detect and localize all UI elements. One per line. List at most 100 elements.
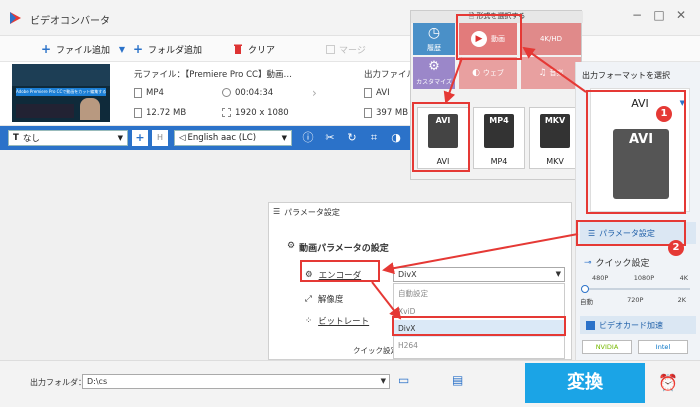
audio-value: English aac (LC): [187, 133, 257, 143]
tab-4k[interactable]: 4K/HD: [521, 23, 581, 55]
info-icon[interactable]: ⓘ: [300, 130, 316, 146]
scissors-icon[interactable]: ✂: [322, 130, 338, 146]
merge-icon: [326, 44, 335, 54]
quick-label: クイック設定: [353, 346, 398, 355]
output-folder-label: 出力フォルダ：: [30, 378, 86, 387]
source-size: 12.72 MB: [134, 108, 186, 118]
audio-chevron-icon: ▼: [281, 134, 287, 142]
output-folder-chevron-icon: ▼: [380, 377, 386, 385]
app-title: ビデオコンバータ: [30, 16, 110, 27]
mp4-format-icon: MP4: [484, 114, 514, 148]
title-bar: ビデオコンバータ − □ ✕: [0, 0, 700, 36]
clock-icon: [222, 88, 231, 97]
format-card-mkv-label: MKV: [546, 157, 564, 166]
tab-history[interactable]: ◷ 履歴: [413, 23, 455, 55]
gpu-label: ビデオカード加速: [599, 320, 663, 330]
encoder-chevron-icon: ▼: [555, 270, 561, 278]
resolution-label: 解像度: [317, 295, 344, 305]
tab-customize-label: カスタマイズ: [416, 79, 452, 86]
res-480p: 480P: [592, 274, 609, 282]
source-size-value: 12.72 MB: [146, 108, 187, 118]
res-auto: 自動: [580, 298, 593, 306]
add-folder-label: フォルダ追加: [148, 45, 203, 56]
output-folder-input[interactable]: D:\cs ▼: [82, 374, 390, 389]
output-format-title: 出力フォーマットを選択: [582, 71, 670, 80]
thumbnail-person: [80, 98, 100, 120]
tab-web-label: ウェブ: [482, 69, 504, 77]
gpu-icon: [586, 320, 595, 330]
intel-badge[interactable]: Intel: [638, 340, 688, 354]
maximize-icon[interactable]: □: [652, 8, 666, 22]
merge-button[interactable]: マージ: [326, 41, 366, 57]
video-param-section-label: 動画パラメータの設定: [299, 244, 389, 254]
highlight-avi-card: [412, 102, 470, 172]
mkv-badge: MKV: [544, 116, 566, 125]
browse-folder-icon[interactable]: ▭: [398, 373, 409, 387]
subtitle-select[interactable]: T なし ▼: [8, 130, 128, 146]
quality-slider[interactable]: [581, 285, 690, 293]
video-thumbnail[interactable]: Adobe Premiere Pro CCで動画をカット編集する方法: [12, 64, 110, 122]
res-1080p: 1080P: [633, 274, 655, 282]
encoder-option-h264[interactable]: H264: [394, 337, 564, 354]
resolution-row-icon: ⤢: [305, 294, 312, 304]
alarm-clock-icon[interactable]: ⏰: [658, 373, 678, 392]
encoder-select[interactable]: DivX ▼: [393, 267, 565, 282]
mp4-badge: MP4: [489, 116, 509, 125]
crop-icon[interactable]: ⌗: [366, 130, 382, 146]
step-badge-2: 2: [668, 240, 684, 256]
trash-icon: [234, 44, 242, 54]
rotate-icon[interactable]: ↻: [344, 130, 360, 146]
slider-handle[interactable]: [581, 285, 589, 293]
output-size: 397 MB: [364, 108, 408, 118]
arrow-right-icon: ›: [312, 86, 317, 100]
hardsub-icon[interactable]: H: [152, 130, 168, 146]
output-size-icon: [364, 108, 372, 118]
add-file-label: ファイル追加: [56, 45, 111, 56]
tab-web[interactable]: ◐ ウェブ: [459, 57, 517, 89]
output-file-icon: [364, 88, 372, 98]
toolbar: + ファイル追加 ▼ + フォルダ追加 クリア マージ: [0, 36, 700, 62]
size-icon: [134, 108, 142, 118]
add-file-button[interactable]: + ファイル追加: [40, 41, 110, 57]
tab-audio-label: 音楽: [549, 69, 564, 77]
web-icon: ◐: [472, 68, 480, 78]
encoder-option-auto[interactable]: 自動設定: [394, 284, 564, 303]
res-top-labels: 480P 1080P 4K: [592, 274, 688, 282]
output-format: AVI: [364, 88, 390, 98]
format-card-mkv[interactable]: MKV MKV: [529, 107, 581, 169]
source-name: 【Premiere Pro CC】動画…: [185, 70, 292, 80]
close-icon[interactable]: ✕: [674, 8, 688, 22]
audio-select[interactable]: ◁ English aac (LC) ▼: [174, 130, 292, 146]
res-bottom-labels: 自動 720P 2K: [580, 296, 686, 306]
thumbnail-bar: [16, 104, 74, 118]
bitrate-icon: ⁘: [305, 316, 313, 326]
file-icon: [134, 88, 142, 98]
effect-icon[interactable]: ◑: [388, 130, 404, 146]
music-icon: ♫: [538, 68, 547, 78]
highlight-encoder: [300, 260, 380, 282]
output-file-label: 出力ファイル: [364, 70, 416, 80]
tab-customize[interactable]: ⚙ カスタマイズ: [413, 57, 455, 89]
clock-tab-icon: ◷: [427, 25, 441, 41]
source-format: MP4: [134, 88, 164, 98]
format-card-mp4[interactable]: MP4 MP4: [473, 107, 525, 169]
minimize-icon[interactable]: −: [630, 8, 644, 22]
quick-setting: ⊸ クイック設定: [584, 256, 650, 270]
bottom-bar: 出力フォルダ： D:\cs ▼ ▭ ▤ 変換 ⏰: [0, 360, 700, 407]
gpu-accel[interactable]: ビデオカード加速: [580, 316, 696, 334]
resolution-row: ⤢ 解像度: [305, 293, 343, 305]
nvidia-badge[interactable]: NVIDIA: [582, 340, 632, 354]
app-logo-icon: [10, 12, 21, 24]
step-badge-1: 1: [656, 106, 672, 122]
add-subtitle-icon[interactable]: +: [132, 130, 148, 146]
output-folder-value: D:\cs: [87, 377, 108, 386]
param-title-text: パラメータ設定: [284, 208, 340, 217]
clear-button[interactable]: クリア: [232, 41, 275, 57]
tab-audio[interactable]: ♫ 音楽: [521, 57, 581, 89]
clear-label: クリア: [248, 45, 276, 56]
folder-arrow-icon: ▼: [118, 44, 126, 54]
source-format-value: MP4: [146, 88, 164, 98]
convert-button[interactable]: 変換: [525, 363, 645, 403]
add-folder-button[interactable]: ▼ + フォルダ追加: [116, 41, 202, 57]
open-folder-icon[interactable]: ▤: [452, 373, 463, 387]
